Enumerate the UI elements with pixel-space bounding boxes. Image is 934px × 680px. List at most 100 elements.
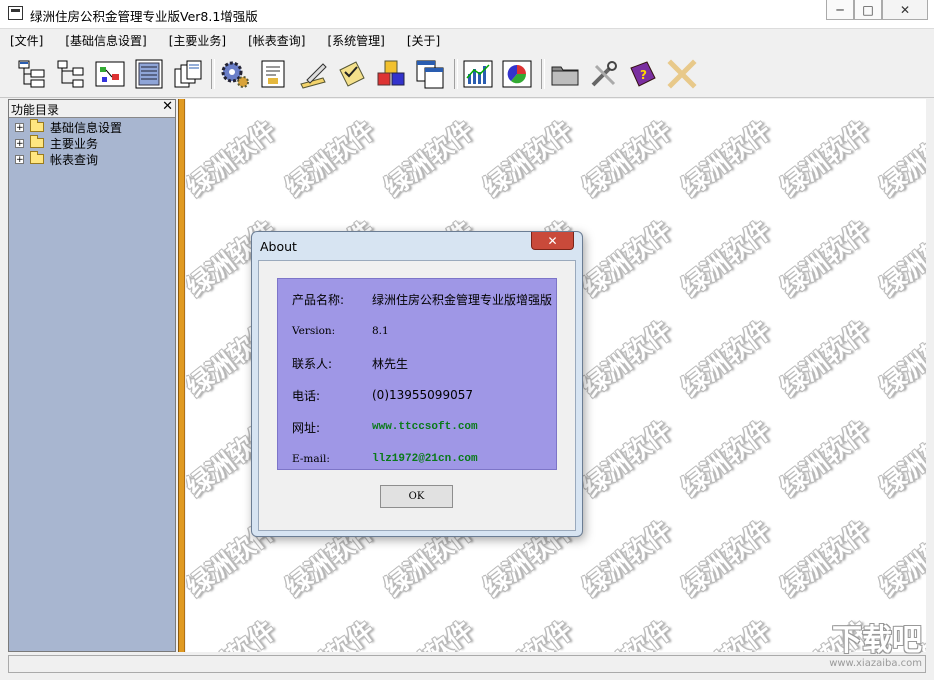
close-button[interactable]: ✕ (882, 0, 928, 20)
website-link[interactable]: www.ttccsoft.com (372, 421, 478, 433)
info-label: E-mail: (292, 453, 330, 465)
menu-about[interactable]: [关于] (407, 29, 440, 51)
watermark-text: 绿洲软件 (676, 115, 777, 204)
info-label: 产品名称: (292, 292, 345, 307)
document-list-icon[interactable] (132, 57, 166, 91)
expand-icon[interactable]: + (15, 154, 24, 164)
form-diagram-icon[interactable] (93, 57, 127, 91)
info-row-email: E-mail: llz1972@21cn.com (292, 450, 478, 468)
stacked-pages-icon[interactable] (171, 57, 205, 91)
exit-x-icon[interactable] (665, 57, 699, 91)
watermark-text: 绿洲软件 (574, 611, 679, 652)
watermark-text: 绿洲软件 (874, 415, 926, 504)
watermark-text: 绿洲软件 (478, 115, 579, 204)
watermark-text: 绿洲软件 (577, 415, 678, 504)
toolbar-separator (454, 59, 458, 89)
expand-icon[interactable]: + (15, 122, 24, 132)
watermark-text: 绿洲软件 (475, 611, 580, 652)
ok-button[interactable]: OK (380, 485, 453, 508)
expand-icon[interactable]: + (15, 138, 24, 148)
menu-bar: [文件] [基础信息设置] [主要业务] [帐表查询] [系统管理] [关于] (0, 29, 934, 51)
info-row-version: Version: 8.1 (292, 322, 389, 340)
menu-system[interactable]: [系统管理] (328, 29, 385, 51)
tree-item-label: 基础信息设置 (50, 120, 123, 135)
watermark-text: 绿洲软件 (775, 215, 876, 304)
info-value: (0)13955099057 (372, 388, 473, 402)
info-row-phone: 电话: (0)13955099057 (292, 386, 473, 404)
tree-structure-icon[interactable] (54, 57, 88, 91)
info-value: 林先生 (372, 356, 409, 371)
dialog-close-button[interactable]: ✕ (531, 232, 574, 250)
info-label: 电话: (292, 388, 321, 403)
dialog-body: 产品名称: 绿洲住房公积金管理专业版增强版 Version: 8.1 联系人: … (258, 260, 576, 531)
pie-chart-icon[interactable] (500, 57, 534, 91)
maximize-button[interactable]: □ (854, 0, 882, 20)
bar-chart-icon[interactable] (461, 57, 495, 91)
corner-watermark-url: www.xiazaiba.com (829, 658, 922, 669)
panel-close-button[interactable]: ✕ (162, 99, 173, 114)
tools-icon[interactable] (587, 57, 621, 91)
menu-main-business[interactable]: [主要业务] (169, 29, 226, 51)
folder-icon (30, 119, 44, 132)
info-value: 8.1 (372, 325, 389, 337)
watermark-text: 绿洲软件 (874, 215, 926, 304)
tree-item-basic-info[interactable]: + 基础信息设置 (15, 119, 122, 135)
info-row-website: 网址: www.ttccsoft.com (292, 418, 478, 436)
window-title: 绿洲住房公积金管理专业版Ver8.1增强版 (30, 9, 258, 24)
minimize-button[interactable]: ─ (826, 0, 854, 20)
watermark-text: 绿洲软件 (673, 611, 778, 652)
colored-cubes-icon[interactable] (374, 57, 408, 91)
toolbar-separator (541, 59, 545, 89)
watermark-text: 绿洲软件 (676, 315, 777, 404)
panel-title: 功能目录 (11, 103, 60, 117)
info-row-product: 产品名称: 绿洲住房公积金管理专业版增强版 (292, 290, 552, 308)
watermark-text: 绿洲软件 (775, 115, 876, 204)
window-controls: ─ □ ✕ (826, 0, 928, 20)
watermark-text: 绿洲软件 (874, 315, 926, 404)
function-directory-panel: 功能目录 ✕ + 基础信息设置 + 主要业务 + 帐表查询 (8, 99, 176, 652)
toolbar-separator (211, 59, 215, 89)
panel-header: 功能目录 ✕ (9, 99, 175, 118)
pen-signature-icon[interactable] (296, 57, 330, 91)
watermark-text: 绿洲软件 (277, 611, 382, 652)
title-bar: 绿洲住房公积金管理专业版Ver8.1增强版 ─ □ ✕ (0, 0, 934, 29)
panel-splitter[interactable] (178, 99, 185, 652)
folder-icon (30, 151, 44, 164)
app-icon (8, 6, 23, 20)
watermark-text: 绿洲软件 (186, 611, 282, 652)
window-layers-icon[interactable] (413, 57, 447, 91)
checklist-icon[interactable] (335, 57, 369, 91)
watermark-text: 绿洲软件 (775, 315, 876, 404)
svg-text:?: ? (640, 68, 647, 82)
product-info-panel: 产品名称: 绿洲住房公积金管理专业版增强版 Version: 8.1 联系人: … (277, 278, 557, 470)
menu-basic-info[interactable]: [基础信息设置] (65, 29, 146, 51)
watermark-text: 绿洲软件 (874, 515, 926, 604)
watermark-text: 绿洲软件 (775, 515, 876, 604)
help-book-icon[interactable]: ? (626, 57, 660, 91)
menu-reports[interactable]: [帐表查询] (248, 29, 305, 51)
folder-icon (30, 135, 44, 148)
folder-icon[interactable] (548, 57, 582, 91)
watermark-text: 绿洲软件 (577, 115, 678, 204)
watermark-text: 绿洲软件 (376, 611, 481, 652)
watermark-text: 绿洲软件 (874, 115, 926, 204)
watermark-text: 绿洲软件 (577, 515, 678, 604)
tree-item-label: 主要业务 (50, 136, 99, 151)
dialog-title: About (260, 239, 297, 254)
toolbar: ? (0, 51, 934, 98)
info-label: 网址: (292, 420, 321, 435)
about-dialog: About ✕ 产品名称: 绿洲住房公积金管理专业版增强版 Version: 8… (251, 231, 583, 537)
menu-file[interactable]: [文件] (10, 29, 43, 51)
email-link[interactable]: llz1972@21cn.com (372, 453, 478, 465)
watermark-text: 绿洲软件 (676, 415, 777, 504)
edit-document-icon[interactable] (257, 57, 291, 91)
info-value: 绿洲住房公积金管理专业版增强版 (372, 292, 553, 307)
status-bar (8, 655, 926, 673)
tree-org-icon[interactable] (15, 57, 49, 91)
tree-item-reports[interactable]: + 帐表查询 (15, 151, 98, 167)
gear-settings-icon[interactable] (218, 57, 252, 91)
info-label: Version: (292, 325, 336, 337)
tree-item-main-business[interactable]: + 主要业务 (15, 135, 98, 151)
watermark-text: 绿洲软件 (577, 215, 678, 304)
info-row-contact: 联系人: 林先生 (292, 354, 408, 372)
